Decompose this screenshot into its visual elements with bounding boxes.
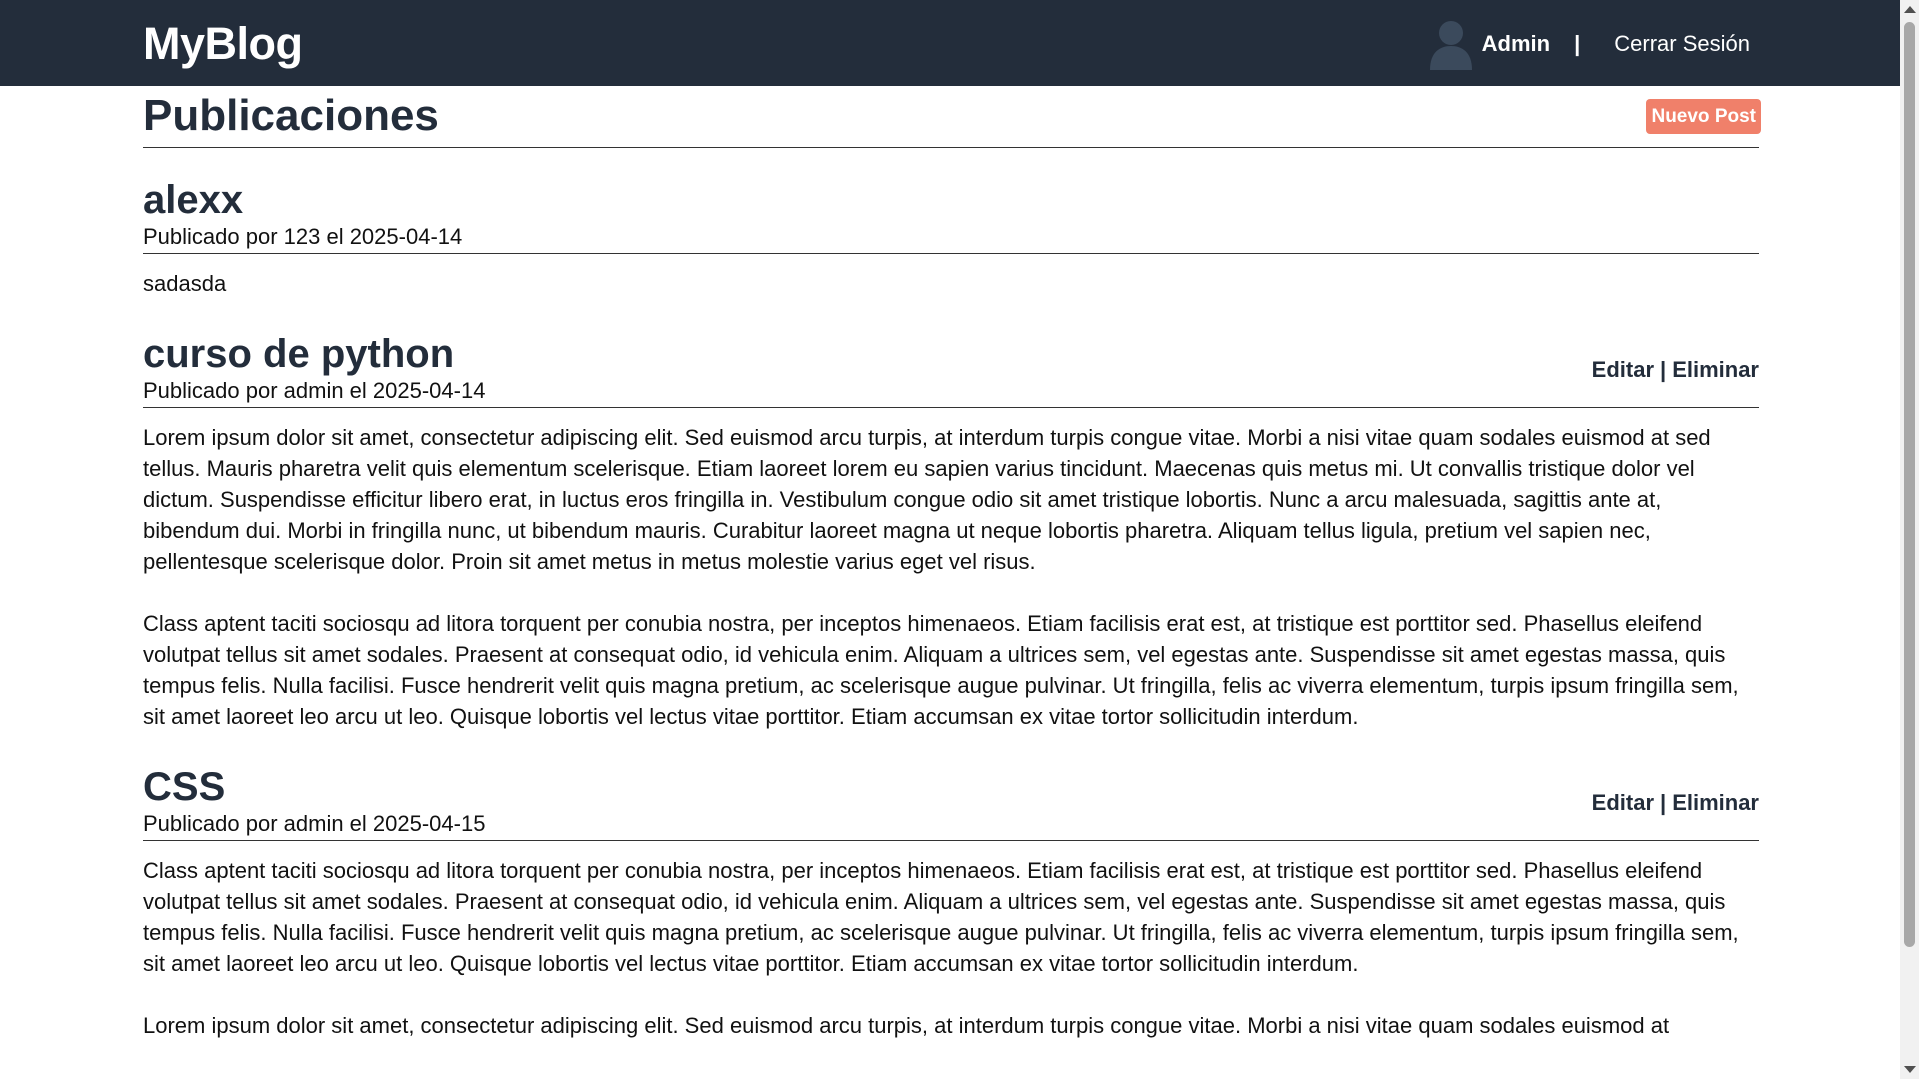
logout-link[interactable]: Cerrar Sesión — [1614, 31, 1750, 57]
post-item: CSS Publicado por admin el 2025-04-15 Ed… — [143, 763, 1759, 1041]
scroll-down-icon[interactable] — [1904, 1066, 1916, 1073]
post-body: sadasda — [143, 268, 1759, 299]
post-paragraph: Lorem ipsum dolor sit amet, consectetur … — [143, 1013, 1670, 1038]
edit-link[interactable]: Editar — [1592, 357, 1654, 382]
actions-separator: | — [1660, 357, 1667, 382]
top-navbar: MyBlog Admin | Cerrar Sesión — [0, 0, 1900, 86]
post-paragraph: sadasda — [143, 271, 227, 296]
main-content: Publicaciones Nuevo Post alexx Publicado… — [143, 86, 1761, 1072]
post-header: CSS Publicado por admin el 2025-04-15 Ed… — [143, 763, 1759, 841]
post-body: Lorem ipsum dolor sit amet, consectetur … — [143, 422, 1759, 732]
brand-logo[interactable]: MyBlog — [143, 14, 303, 74]
post-meta: Publicado por 123 el 2025-04-14 — [143, 224, 463, 249]
username-label: Admin — [1481, 31, 1551, 56]
post-paragraph: Class aptent taciti sociosqu ad litora t… — [143, 611, 1739, 729]
post-header: curso de python Publicado por admin el 2… — [143, 330, 1759, 408]
post-item: alexx Publicado por 123 el 2025-04-14 sa… — [143, 176, 1759, 299]
post-actions: Editar | Eliminar — [1592, 357, 1759, 383]
scrollbar-thumb[interactable] — [1904, 22, 1915, 947]
user-menu: Admin | Cerrar Sesión — [1428, 18, 1750, 70]
page-header: Publicaciones Nuevo Post — [143, 86, 1761, 148]
post-actions: Editar | Eliminar — [1592, 790, 1759, 816]
post-title[interactable]: CSS — [143, 763, 1759, 811]
page-title: Publicaciones — [143, 91, 439, 140]
post-meta: Publicado por admin el 2025-04-14 — [143, 378, 486, 403]
actions-separator: | — [1660, 790, 1667, 815]
post-title[interactable]: alexx — [143, 176, 1759, 224]
nav-separator: | — [1574, 31, 1581, 56]
post-meta: Publicado por admin el 2025-04-15 — [143, 811, 486, 836]
page-viewport: MyBlog Admin | Cerrar Sesión Publicacion… — [0, 0, 1900, 1079]
scroll-up-icon[interactable] — [1904, 6, 1916, 13]
post-header: alexx Publicado por 123 el 2025-04-14 — [143, 176, 1759, 254]
avatar-icon — [1428, 18, 1474, 70]
post-paragraph: Class aptent taciti sociosqu ad litora t… — [143, 858, 1739, 976]
new-post-button[interactable]: Nuevo Post — [1646, 99, 1761, 134]
delete-link[interactable]: Eliminar — [1672, 357, 1759, 382]
vertical-scrollbar[interactable] — [1900, 0, 1919, 1079]
delete-link[interactable]: Eliminar — [1672, 790, 1759, 815]
post-title[interactable]: curso de python — [143, 330, 1759, 378]
post-item: curso de python Publicado por admin el 2… — [143, 330, 1759, 732]
post-paragraph: Lorem ipsum dolor sit amet, consectetur … — [143, 425, 1711, 574]
edit-link[interactable]: Editar — [1592, 790, 1654, 815]
post-body: Class aptent taciti sociosqu ad litora t… — [143, 855, 1759, 1041]
